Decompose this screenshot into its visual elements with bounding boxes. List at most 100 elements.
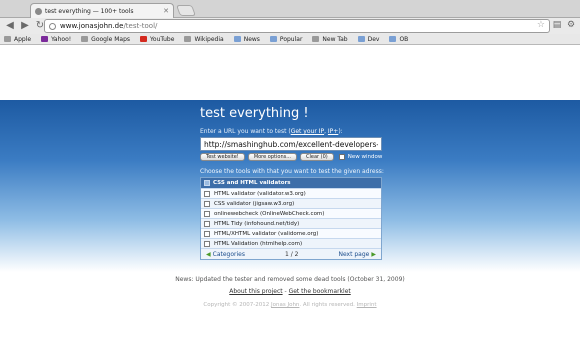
arrow-right-icon: ▶ [371,250,376,258]
tool-checkbox[interactable] [204,200,210,207]
url-prompt: Enter a URL you want to test (Get your I… [200,128,343,135]
more-options-button[interactable]: More options... [247,153,297,161]
prompt-text: Enter a URL you want to test ( [200,128,291,135]
bookmarklet-link[interactable]: Get the bookmarklet [289,288,351,295]
url-input[interactable] [200,137,382,151]
tool-label: HTML validator (validator.w3.org) [214,190,306,197]
bookmark-item[interactable]: Apple [4,36,31,43]
tool-row[interactable]: CSS validator (jigsaw.w3.org) [201,198,381,208]
bookmark-item[interactable]: YouTube [140,36,174,43]
bookmark-star-icon[interactable]: ☆ [537,20,545,30]
tool-label: HTML Tidy (infohound.net/tidy) [214,220,300,227]
tool-row[interactable]: HTML validator (validator.w3.org) [201,188,381,198]
prompt-end: ): [338,128,343,135]
ip-plus-link[interactable]: IP+ [328,128,338,135]
bookmark-item[interactable]: Yahoo! [41,36,71,43]
tool-checkbox[interactable] [204,230,210,237]
tool-row[interactable]: onlinewebcheck (OnlineWebCheck.com) [201,208,381,218]
copyright: Copyright © 2007-2012 Jonas John. All ri… [0,302,580,308]
copyright-mid: . All rights reserved. [299,302,357,308]
pager: ◀ Categories 1 / 2 Next page ▶ [201,248,381,259]
folder-icon [389,36,397,42]
browser-tab[interactable]: test everything — 100+ tools ✕ [30,3,174,18]
tool-label: CSS validator (jigsaw.w3.org) [214,200,295,207]
wikipedia-icon [184,36,192,42]
bookmark-item[interactable]: News [233,35,260,43]
bookmarks-bar: Apple Yahoo! Google Maps YouTube Wikipedia Ne… [0,34,580,45]
page-menu-icon[interactable]: ▤ [552,20,562,30]
bookmark-item[interactable]: Wikipedia [184,35,224,43]
action-buttons: Test website! More options... Clear (0) … [200,153,382,161]
google-maps-icon [81,36,89,42]
tab-favicon-icon [35,7,42,15]
get-ip-link[interactable]: Get your IP [291,128,324,135]
tools-list: CSS and HTML validators HTML validator (… [200,177,382,260]
browser-toolbar: ◀ ▶ ↻ www.jonasjohn.de /test-tool/ ☆ ▤ ⚙ [0,18,580,34]
tool-row[interactable]: HTML Tidy (infohound.net/tidy) [201,218,381,228]
bookmark-label: Dev [367,35,380,43]
bookmark-label: News [243,35,260,43]
tool-checkbox[interactable] [204,240,210,247]
bookmark-label: Apple [14,35,32,43]
back-button[interactable]: ◀ [4,20,16,32]
url-host: www.jonasjohn.de [60,22,124,30]
copyright-prefix: Copyright © 2007-2012 [203,302,271,308]
yahoo-icon [41,36,49,42]
tab-close-icon[interactable]: ✕ [163,7,169,15]
about-project-link[interactable]: About this project [229,288,282,295]
imprint-link[interactable]: Imprint [357,302,377,308]
bookmark-label: OB [399,35,409,43]
folder-icon [233,36,241,42]
folder-icon [269,36,277,42]
clear-button[interactable]: Clear (0) [299,153,334,161]
bookmark-item[interactable]: New Tab [312,35,348,43]
forward-button[interactable]: ▶ [19,20,31,32]
tool-row[interactable]: HTML Validation (htmlhelp.com) [201,238,381,248]
tool-checkbox[interactable] [204,220,210,227]
wrench-icon[interactable]: ⚙ [566,20,576,30]
news-text: News: Updated the tester and removed som… [175,276,405,283]
footer-links: About this project - Get the bookmarklet [0,288,580,295]
category-header[interactable]: CSS and HTML validators [201,178,381,188]
bookmark-label: Popular [279,35,303,43]
tab-strip: test everything — 100+ tools ✕ [0,0,580,18]
new-window-label: New window [347,154,383,160]
page-icon [312,36,320,42]
category-checkbox[interactable] [204,180,210,186]
url-path: /test-tool/ [123,22,158,30]
page-count: 1 / 2 [284,250,299,258]
page-title: test everything ! [200,106,309,121]
folder-icon [357,36,365,42]
categories-label: Categories [212,250,245,258]
next-page-link[interactable]: Next page ▶ [338,251,378,258]
bookmark-item[interactable]: Google Maps [81,36,130,43]
youtube-icon [140,36,148,42]
bookmark-label: Google Maps [91,35,131,43]
bookmark-item[interactable]: Dev [357,35,380,43]
arrow-left-icon: ◀ [206,250,211,258]
categories-link[interactable]: ◀ Categories [204,251,245,258]
choose-tools-text: Choose the tools with that you want to t… [200,168,384,175]
bookmark-label: Yahoo! [51,35,72,43]
bookmark-label: YouTube [150,35,175,43]
test-website-button[interactable]: Test website! [200,153,245,161]
bookmark-label: New Tab [322,35,348,43]
site-info-icon[interactable] [49,22,56,30]
bookmark-item[interactable]: Popular [269,35,303,43]
next-page-label: Next page [338,250,370,258]
new-tab-button[interactable] [175,5,197,16]
tool-checkbox[interactable] [204,190,210,197]
tab-title: test everything — 100+ tools [45,7,134,15]
bookmark-label: Wikipedia [194,35,224,43]
tool-checkbox[interactable] [204,210,210,217]
apple-icon [4,36,11,42]
tool-label: HTML/XHTML validator (validome.org) [214,230,319,237]
tool-row[interactable]: HTML/XHTML validator (validome.org) [201,228,381,238]
tool-label: onlinewebcheck (OnlineWebCheck.com) [214,210,325,217]
address-bar[interactable]: www.jonasjohn.de /test-tool/ ☆ [44,19,550,33]
bookmark-item[interactable]: OB [389,36,408,43]
author-link[interactable]: Jonas John [271,302,299,308]
category-label: CSS and HTML validators [213,180,291,186]
tool-label: HTML Validation (htmlhelp.com) [214,240,303,247]
new-window-checkbox[interactable] [338,154,345,160]
